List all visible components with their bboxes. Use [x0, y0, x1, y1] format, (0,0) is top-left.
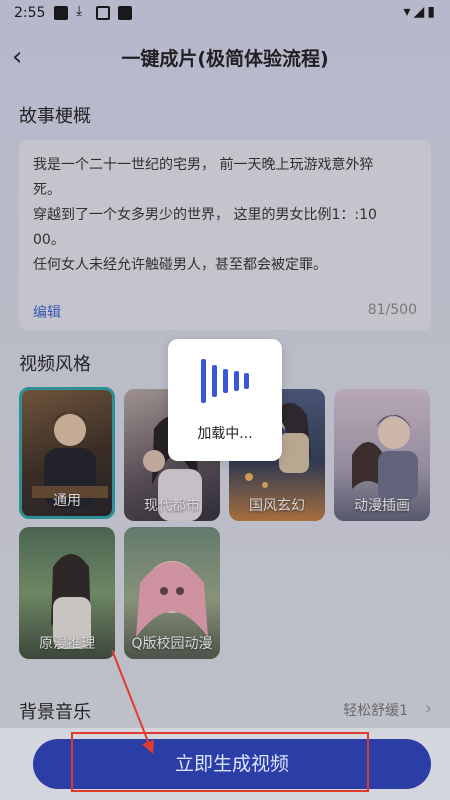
loading-dialog: 加载中... — [168, 339, 282, 461]
annotation-highlight-box — [71, 732, 369, 792]
loading-text: 加载中... — [197, 426, 253, 442]
loading-spinner-icon — [201, 359, 249, 403]
